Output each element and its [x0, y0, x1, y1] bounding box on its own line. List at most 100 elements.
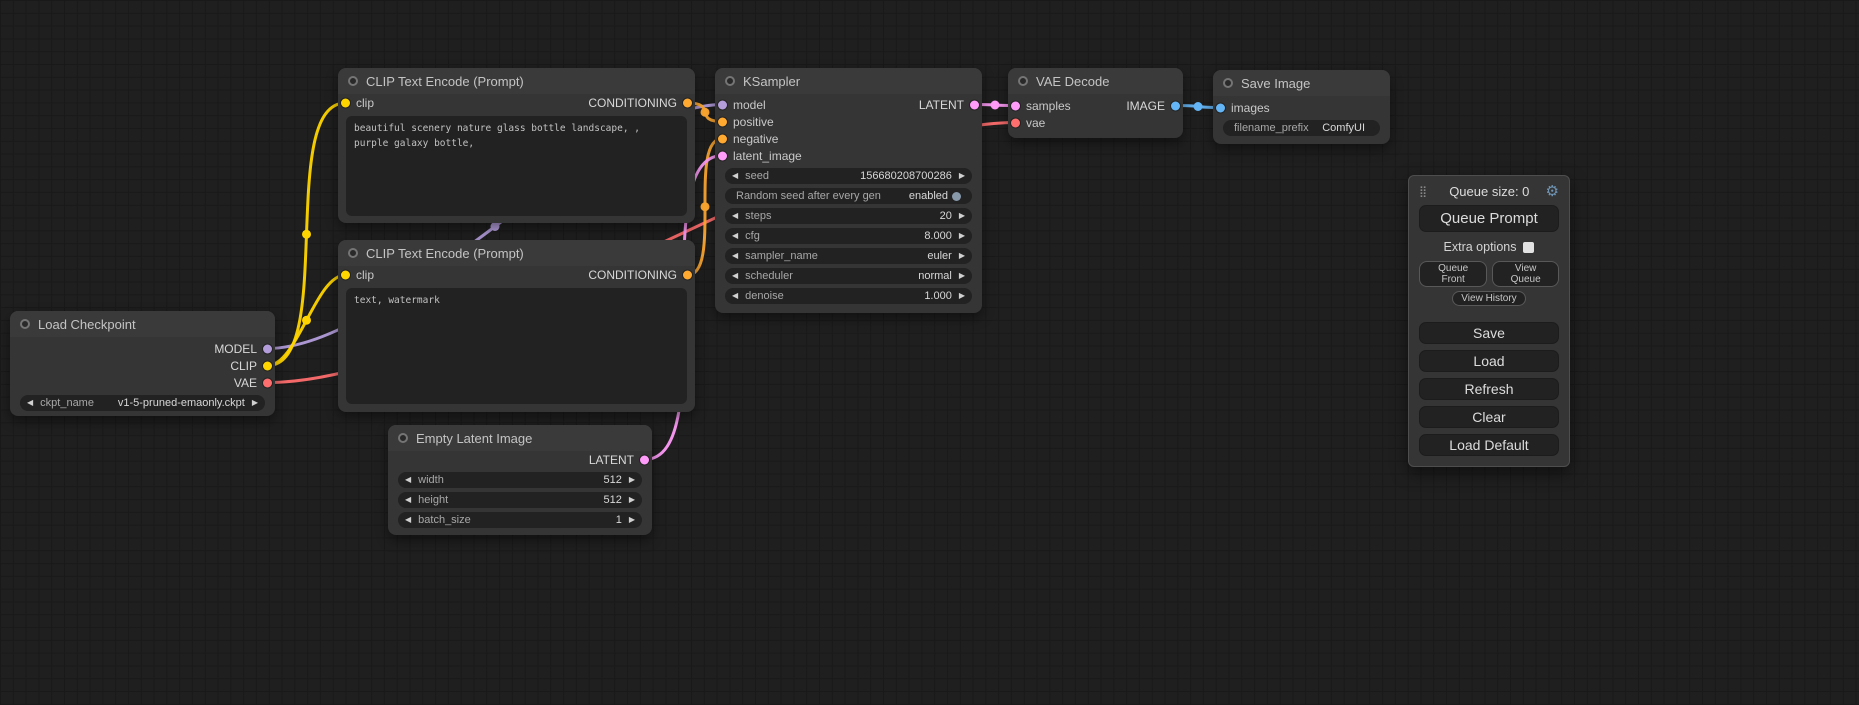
decrement-arrow-icon[interactable]: ◀	[405, 496, 411, 504]
node-title: Load Checkpoint	[38, 317, 136, 332]
ckpt-name-widget[interactable]: ◀ ckpt_name v1-5-pruned-emaonly.ckpt ▶	[20, 395, 265, 411]
queue-prompt-button[interactable]: Queue Prompt	[1419, 205, 1559, 232]
node-ksampler[interactable]: KSampler model LATENT positive negative …	[715, 68, 982, 313]
samples-input-port[interactable]	[1011, 101, 1020, 110]
increment-arrow-icon[interactable]: ▶	[959, 292, 965, 300]
menu-spacer	[1419, 310, 1559, 316]
link-midpoint-dot[interactable]	[302, 230, 311, 239]
view-history-button[interactable]: View History	[1452, 291, 1525, 306]
increment-arrow-icon[interactable]: ▶	[959, 172, 965, 180]
settings-gear-icon[interactable]: ⚙	[1546, 182, 1559, 200]
image-output-port[interactable]	[1171, 101, 1180, 110]
node-vae-decode[interactable]: VAE Decode samples IMAGE vae	[1008, 68, 1183, 138]
widget-label: sampler_name	[745, 250, 818, 262]
latent-image-input-port[interactable]	[718, 151, 727, 160]
view-queue-button[interactable]: View Queue	[1492, 261, 1559, 287]
model-input-port[interactable]	[718, 100, 727, 109]
decrement-arrow-icon[interactable]: ◀	[27, 399, 33, 407]
negative-prompt-textarea[interactable]: text, watermark	[346, 288, 687, 404]
decrement-arrow-icon[interactable]: ◀	[732, 252, 738, 260]
queue-menu-panel[interactable]: ⣿ Queue size: 0 ⚙ Queue Prompt Extra opt…	[1408, 175, 1570, 467]
increment-arrow-icon[interactable]: ▶	[959, 232, 965, 240]
model-output-port[interactable]	[263, 344, 272, 353]
decrement-arrow-icon[interactable]: ◀	[732, 272, 738, 280]
node-clip-text-encode-positive[interactable]: CLIP Text Encode (Prompt) clip CONDITION…	[338, 68, 695, 223]
node-clip-text-encode-negative[interactable]: CLIP Text Encode (Prompt) clip CONDITION…	[338, 240, 695, 412]
link-midpoint-dot[interactable]	[491, 222, 500, 231]
increment-arrow-icon[interactable]: ▶	[959, 252, 965, 260]
positive-input-port[interactable]	[718, 117, 727, 126]
load-default-button[interactable]: Load Default	[1419, 434, 1559, 456]
decrement-arrow-icon[interactable]: ◀	[405, 476, 411, 484]
collapse-dot-icon[interactable]	[1018, 76, 1028, 86]
seed-widget[interactable]: ◀ seed 156680208700286 ▶	[725, 168, 972, 184]
collapse-dot-icon[interactable]	[398, 433, 408, 443]
conditioning-output-port[interactable]	[683, 271, 692, 280]
decrement-arrow-icon[interactable]: ◀	[732, 172, 738, 180]
load-button[interactable]: Load	[1419, 350, 1559, 372]
decrement-arrow-icon[interactable]: ◀	[732, 232, 738, 240]
increment-arrow-icon[interactable]: ▶	[959, 272, 965, 280]
save-button[interactable]: Save	[1419, 322, 1559, 344]
increment-arrow-icon[interactable]: ▶	[629, 516, 635, 524]
refresh-button[interactable]: Refresh	[1419, 378, 1559, 400]
node-title-bar[interactable]: Load Checkpoint	[10, 311, 275, 337]
collapse-dot-icon[interactable]	[348, 248, 358, 258]
clip-conditioning-row: clip CONDITIONING	[338, 94, 695, 112]
link-midpoint-dot[interactable]	[701, 202, 710, 211]
link-midpoint-dot[interactable]	[991, 101, 1000, 110]
positive-prompt-textarea[interactable]: beautiful scenery nature glass bottle la…	[346, 116, 687, 216]
node-title-bar[interactable]: CLIP Text Encode (Prompt)	[338, 240, 695, 266]
filename-prefix-widget[interactable]: filename_prefix ComfyUI	[1223, 120, 1380, 136]
clear-button[interactable]: Clear	[1419, 406, 1559, 428]
node-title-bar[interactable]: VAE Decode	[1008, 68, 1183, 94]
vae-output-port[interactable]	[263, 378, 272, 387]
conditioning-output-port[interactable]	[683, 99, 692, 108]
increment-arrow-icon[interactable]: ▶	[959, 212, 965, 220]
height-widget[interactable]: ◀ height 512 ▶	[398, 492, 642, 508]
sampler-name-widget[interactable]: ◀ sampler_name euler ▶	[725, 248, 972, 264]
collapse-dot-icon[interactable]	[348, 76, 358, 86]
node-graph-canvas[interactable]: Load Checkpoint MODEL CLIP VAE ◀ ckpt_na…	[0, 0, 1859, 705]
link-midpoint-dot[interactable]	[701, 108, 710, 117]
batch-size-widget[interactable]: ◀ batch_size 1 ▶	[398, 512, 642, 528]
link-midpoint-dot[interactable]	[1194, 102, 1203, 111]
collapse-dot-icon[interactable]	[20, 319, 30, 329]
decrement-arrow-icon[interactable]: ◀	[732, 292, 738, 300]
toggle-on-indicator[interactable]	[952, 192, 961, 201]
width-widget[interactable]: ◀ width 512 ▶	[398, 472, 642, 488]
node-empty-latent-image[interactable]: Empty Latent Image LATENT ◀ width 512 ▶ …	[388, 425, 652, 535]
latent-output-port[interactable]	[970, 100, 979, 109]
cfg-widget[interactable]: ◀ cfg 8.000 ▶	[725, 228, 972, 244]
decrement-arrow-icon[interactable]: ◀	[405, 516, 411, 524]
random-seed-toggle[interactable]: Random seed after every gen enabled	[725, 188, 972, 204]
clip-input-port[interactable]	[341, 99, 350, 108]
scheduler-widget[interactable]: ◀ scheduler normal ▶	[725, 268, 972, 284]
link-midpoint-dot[interactable]	[302, 316, 311, 325]
denoise-widget[interactable]: ◀ denoise 1.000 ▶	[725, 288, 972, 304]
decrement-arrow-icon[interactable]: ◀	[732, 212, 738, 220]
drag-handle-icon[interactable]: ⣿	[1419, 185, 1427, 198]
node-save-image[interactable]: Save Image images filename_prefix ComfyU…	[1213, 70, 1390, 144]
vae-input-port[interactable]	[1011, 118, 1020, 127]
increment-arrow-icon[interactable]: ▶	[252, 399, 258, 407]
extra-options-checkbox[interactable]	[1523, 242, 1534, 253]
node-title-bar[interactable]: KSampler	[715, 68, 982, 94]
clip-input-port[interactable]	[341, 271, 350, 280]
queue-front-button[interactable]: Queue Front	[1419, 261, 1487, 287]
increment-arrow-icon[interactable]: ▶	[629, 496, 635, 504]
increment-arrow-icon[interactable]: ▶	[629, 476, 635, 484]
node-title: Empty Latent Image	[416, 431, 532, 446]
clip-output-port[interactable]	[263, 361, 272, 370]
negative-input-port[interactable]	[718, 134, 727, 143]
steps-widget[interactable]: ◀ steps 20 ▶	[725, 208, 972, 224]
images-input-port[interactable]	[1216, 103, 1225, 112]
node-load-checkpoint[interactable]: Load Checkpoint MODEL CLIP VAE ◀ ckpt_na…	[10, 311, 275, 416]
collapse-dot-icon[interactable]	[725, 76, 735, 86]
node-title-bar[interactable]: Empty Latent Image	[388, 425, 652, 451]
collapse-dot-icon[interactable]	[1223, 78, 1233, 88]
node-title-bar[interactable]: Save Image	[1213, 70, 1390, 96]
clip-input-label: clip	[356, 268, 374, 282]
latent-output-port[interactable]	[640, 455, 649, 464]
node-title-bar[interactable]: CLIP Text Encode (Prompt)	[338, 68, 695, 94]
